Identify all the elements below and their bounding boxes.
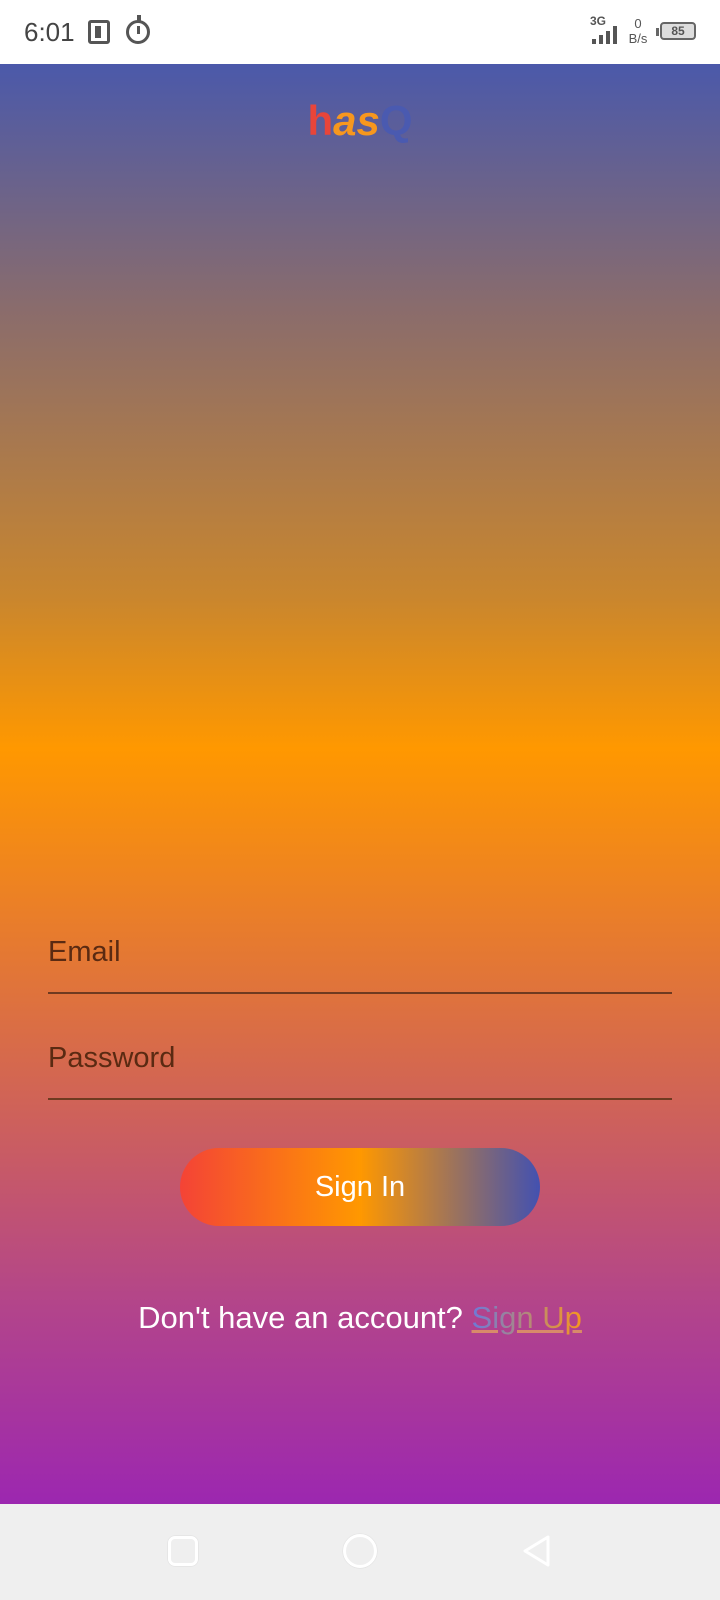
battery-icon: 85 <box>656 22 696 40</box>
signup-prompt-text: Don't have an account? <box>138 1300 472 1335</box>
logo-letter-h: h <box>307 97 334 144</box>
status-bar: 6:01 3G 0 B/s 85 <box>0 0 720 64</box>
password-field-container <box>48 1010 672 1100</box>
signal-icon <box>592 26 620 44</box>
parking-icon <box>88 20 110 44</box>
home-circle-icon[interactable] <box>343 1534 377 1568</box>
email-field-container <box>48 904 672 994</box>
stopwatch-icon <box>126 15 150 44</box>
password-input[interactable] <box>48 1038 672 1078</box>
network-speed: 0 B/s <box>624 16 652 46</box>
sign-up-link[interactable]: Sign Up <box>472 1300 582 1335</box>
email-input[interactable] <box>48 932 672 972</box>
speed-unit: B/s <box>628 31 648 46</box>
status-time: 6:01 <box>24 17 75 47</box>
back-triangle-icon[interactable] <box>520 1534 554 1568</box>
app-logo: hasQ <box>0 94 720 148</box>
signup-prompt-row: Don't have an account? Sign Up <box>0 1298 720 1338</box>
logo-letters-as: as <box>333 97 380 144</box>
navigation-bar <box>0 1504 720 1600</box>
logo-letter-q: Q <box>379 97 413 144</box>
sign-in-button[interactable]: Sign In <box>180 1148 540 1226</box>
login-screen: hasQ Sign In Don't have an account? Sign… <box>0 64 720 1504</box>
recents-square-icon[interactable] <box>168 1536 198 1566</box>
speed-value: 0 <box>634 16 642 31</box>
